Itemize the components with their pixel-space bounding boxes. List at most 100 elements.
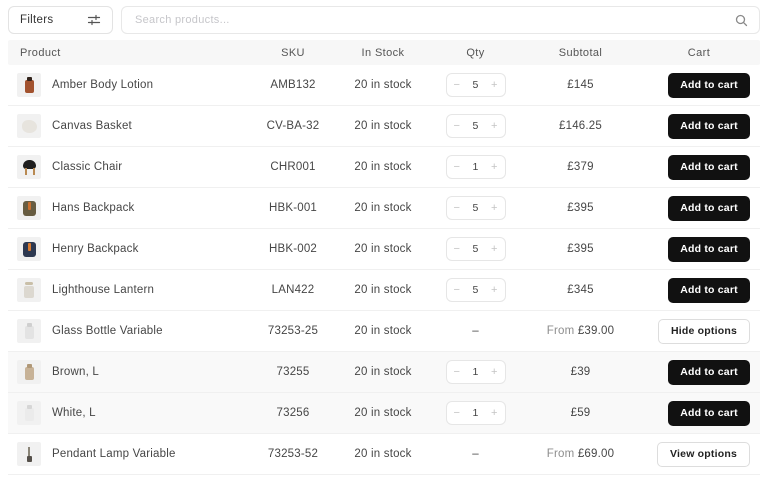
qty-not-applicable-dash: – (472, 448, 479, 460)
qty-decrease-button[interactable]: − (454, 244, 460, 255)
search-input[interactable] (133, 13, 735, 27)
quantity-stepper[interactable]: − 5 + (446, 73, 506, 97)
table-body: Amber Body Lotion AMB132 20 in stock −5+… (8, 65, 760, 475)
cart-cell: Add to cart (638, 155, 760, 180)
table-header-row: Product SKU In Stock Qty Subtotal Cart (8, 40, 760, 65)
cart-cell: Add to cart (638, 401, 760, 426)
cart-cell: Hide options (638, 319, 760, 344)
quantity-stepper[interactable]: − 5 + (446, 196, 506, 220)
subtotal-price: £145 (567, 79, 593, 91)
stock-cell: 20 in stock (338, 448, 428, 460)
subtotal-cell: £146.25 (523, 120, 638, 132)
product-cell: Classic Chair (8, 155, 248, 179)
qty-cell: − 1 + (428, 401, 523, 425)
qty-increase-button[interactable]: + (491, 285, 497, 296)
header-sku: SKU (248, 47, 338, 59)
bottle-thumbnail (17, 73, 41, 97)
pack-thumbnail (17, 196, 41, 220)
qty-value[interactable]: 1 (472, 407, 478, 419)
product-name: Pendant Lamp Variable (52, 448, 176, 460)
qty-cell: − 5 + (428, 278, 523, 302)
product-name: Amber Body Lotion (52, 79, 153, 91)
quantity-stepper[interactable]: − 5 + (446, 237, 506, 261)
sku-cell: CHR001 (248, 161, 338, 173)
product-cell: White, L (8, 401, 248, 425)
product-name: Canvas Basket (52, 120, 132, 132)
qty-increase-button[interactable]: + (491, 408, 497, 419)
blob-thumbnail (17, 114, 41, 138)
quantity-stepper[interactable]: − 1 + (446, 360, 506, 384)
filters-button-label: Filters (20, 14, 53, 26)
stock-cell: 20 in stock (338, 366, 428, 378)
table-row: Classic Chair CHR001 20 in stock −1+ £37… (8, 147, 760, 188)
stock-cell: 20 in stock (338, 202, 428, 214)
sku-cell: 73253-52 (248, 448, 338, 460)
subtotal-price: £146.25 (559, 120, 602, 132)
subtotal-price: £69.00 (578, 448, 614, 460)
qty-value[interactable]: 5 (472, 79, 478, 91)
qty-decrease-button[interactable]: − (454, 121, 460, 132)
qty-decrease-button[interactable]: − (454, 285, 460, 296)
quantity-stepper[interactable]: − 1 + (446, 155, 506, 179)
subtotal-price: £59 (571, 407, 591, 419)
qty-decrease-button[interactable]: − (454, 162, 460, 173)
add-to-cart-button[interactable]: Add to cart (668, 401, 750, 426)
qty-value[interactable]: 1 (472, 161, 478, 173)
header-cart: Cart (638, 47, 760, 59)
quantity-stepper[interactable]: − 5 + (446, 114, 506, 138)
qty-decrease-button[interactable]: − (454, 408, 460, 419)
qty-value[interactable]: 5 (472, 243, 478, 255)
qty-value[interactable]: 5 (472, 284, 478, 296)
add-to-cart-button[interactable]: Add to cart (668, 360, 750, 385)
cart-cell: View options (638, 442, 760, 467)
add-to-cart-button[interactable]: Add to cart (668, 196, 750, 221)
subtotal-cell: £395 (523, 243, 638, 255)
qty-increase-button[interactable]: + (491, 203, 497, 214)
qty-decrease-button[interactable]: − (454, 203, 460, 214)
add-to-cart-button[interactable]: Add to cart (668, 155, 750, 180)
product-cell: Canvas Basket (8, 114, 248, 138)
quantity-stepper[interactable]: − 1 + (446, 401, 506, 425)
header-qty: Qty (428, 47, 523, 59)
qty-value[interactable]: 5 (472, 202, 478, 214)
qty-cell: − 5 + (428, 196, 523, 220)
lamp-thumbnail (17, 442, 41, 466)
product-name: Henry Backpack (52, 243, 139, 255)
table-row: Glass Bottle Variable 73253-25 20 in sto… (8, 311, 760, 352)
cart-cell: Add to cart (638, 114, 760, 139)
subtotal-cell: £59 (523, 407, 638, 419)
qty-decrease-button[interactable]: − (454, 80, 460, 91)
qty-decrease-button[interactable]: − (454, 367, 460, 378)
search-icon[interactable] (735, 14, 748, 27)
product-cell: Hans Backpack (8, 196, 248, 220)
header-in-stock: In Stock (338, 47, 428, 59)
qty-increase-button[interactable]: + (491, 162, 497, 173)
bottle-thumbnail (17, 319, 41, 343)
search-box (121, 6, 760, 34)
qty-increase-button[interactable]: + (491, 80, 497, 91)
add-to-cart-button[interactable]: Add to cart (668, 278, 750, 303)
filters-button[interactable]: Filters (8, 6, 113, 34)
qty-cell: − 1 + (428, 155, 523, 179)
qty-increase-button[interactable]: + (491, 121, 497, 132)
subtotal-cell: £395 (523, 202, 638, 214)
subtotal-cell: £379 (523, 161, 638, 173)
options-toggle-button[interactable]: Hide options (658, 319, 750, 344)
quantity-stepper[interactable]: − 5 + (446, 278, 506, 302)
subtotal-cell: From £69.00 (523, 448, 638, 460)
add-to-cart-button[interactable]: Add to cart (668, 73, 750, 98)
add-to-cart-button[interactable]: Add to cart (668, 114, 750, 139)
pack-thumbnail (17, 237, 41, 261)
qty-increase-button[interactable]: + (491, 244, 497, 255)
qty-increase-button[interactable]: + (491, 367, 497, 378)
product-name: Classic Chair (52, 161, 122, 173)
stock-cell: 20 in stock (338, 407, 428, 419)
qty-value[interactable]: 1 (472, 366, 478, 378)
qty-cell: – (428, 325, 523, 337)
options-toggle-button[interactable]: View options (657, 442, 750, 467)
qty-not-applicable-dash: – (472, 325, 479, 337)
add-to-cart-button[interactable]: Add to cart (668, 237, 750, 262)
subtotal-cell: £39 (523, 366, 638, 378)
qty-value[interactable]: 5 (472, 120, 478, 132)
product-cell: Pendant Lamp Variable (8, 442, 248, 466)
